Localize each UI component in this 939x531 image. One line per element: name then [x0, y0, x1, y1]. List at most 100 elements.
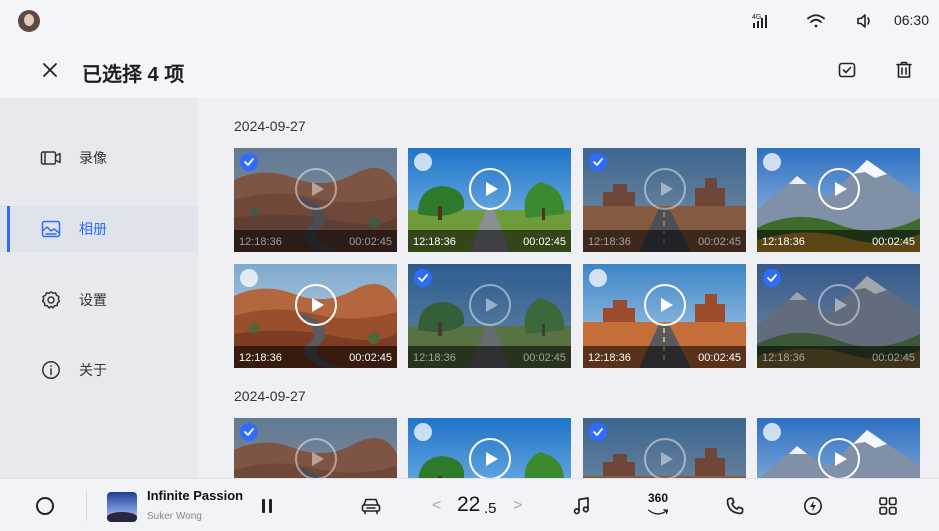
view-360-label[interactable]: 360 — [648, 491, 668, 505]
check-icon — [418, 274, 428, 282]
select-checkbox[interactable] — [589, 153, 607, 171]
clip-time: 12:18:36 — [413, 236, 456, 248]
apps-grid-icon[interactable] — [876, 494, 900, 518]
play-icon[interactable] — [644, 438, 686, 478]
temperature-value: 22 — [457, 493, 481, 516]
gear-icon — [40, 289, 62, 311]
video-thumbnail[interactable]: 12:18:36 00:02:45 — [583, 148, 746, 252]
select-checkbox[interactable] — [589, 269, 607, 287]
signal-icon: 4G — [752, 11, 774, 31]
album-art[interactable] — [107, 492, 137, 522]
play-icon[interactable] — [469, 284, 511, 326]
page-title: 已选择 4 项 — [82, 64, 185, 86]
check-icon — [767, 274, 777, 282]
temp-increase-button[interactable]: > — [513, 497, 522, 515]
sidebar-item-recording[interactable]: 录像 — [0, 135, 198, 181]
select-checkbox[interactable] — [589, 423, 607, 441]
play-icon[interactable] — [295, 284, 337, 326]
clip-time: 12:18:36 — [588, 352, 631, 364]
volume-icon — [854, 11, 876, 31]
play-icon[interactable] — [295, 168, 337, 210]
check-icon — [244, 158, 254, 166]
play-icon[interactable] — [644, 284, 686, 326]
view-360-icon[interactable] — [646, 506, 670, 520]
sidebar-item-label: 关于 — [79, 362, 107, 378]
sidebar-item-about[interactable]: 关于 — [0, 347, 198, 393]
check-icon — [244, 428, 254, 436]
clip-duration: 00:02:45 — [349, 236, 392, 248]
select-checkbox[interactable] — [414, 423, 432, 441]
info-icon — [40, 359, 62, 381]
sidebar-item-album[interactable]: 相册 — [0, 206, 198, 252]
sidebar-item-label: 相册 — [79, 221, 107, 237]
clip-time: 12:18:36 — [762, 236, 805, 248]
dock-divider — [86, 491, 87, 521]
clip-duration: 00:02:45 — [872, 236, 915, 248]
album-icon — [40, 218, 62, 240]
temperature-decimal: .5 — [484, 500, 497, 517]
select-checkbox[interactable] — [240, 423, 258, 441]
video-thumbnail[interactable]: 12:18:36 00:02:45 — [757, 148, 920, 252]
car-icon[interactable] — [359, 494, 383, 518]
video-thumbnail[interactable]: 12:18:36 00:02:45 — [408, 148, 571, 252]
select-checkbox[interactable] — [763, 423, 781, 441]
sidebar-item-label: 录像 — [79, 150, 107, 166]
temp-decrease-button[interactable]: < — [432, 497, 441, 515]
video-thumbnail[interactable]: 12:18:3600:02:45 — [583, 418, 746, 478]
clip-duration: 00:02:45 — [523, 236, 566, 248]
avatar[interactable] — [18, 10, 40, 32]
date-group-header: 2024-09-27 — [234, 118, 306, 134]
video-thumbnail[interactable]: 12:18:36 00:02:45 — [234, 148, 397, 252]
video-thumbnail[interactable]: 12:18:3600:02:45 — [757, 418, 920, 478]
clip-duration: 00:02:45 — [698, 352, 741, 364]
play-icon[interactable] — [469, 168, 511, 210]
clip-duration: 00:02:45 — [523, 352, 566, 364]
wifi-icon — [805, 11, 827, 31]
signal-label: 4G — [752, 14, 761, 21]
clip-time: 12:18:36 — [413, 352, 456, 364]
clock-time: 06:30 — [893, 12, 929, 28]
energy-icon[interactable] — [801, 494, 825, 518]
video-thumbnail[interactable]: 12:18:3600:02:45 — [408, 418, 571, 478]
video-thumbnail[interactable]: 12:18:3600:02:45 — [234, 418, 397, 478]
clip-time: 12:18:36 — [239, 236, 282, 248]
clip-duration: 00:02:45 — [872, 352, 915, 364]
gallery: 2024-09-27 12:18:36 00:02:45 12:18:36 00:02… — [198, 98, 939, 478]
select-checkbox[interactable] — [240, 269, 258, 287]
status-bar: 4G 06:30 — [0, 0, 939, 42]
play-icon[interactable] — [818, 284, 860, 326]
video-thumbnail[interactable]: 12:18:3600:02:45 — [234, 264, 397, 368]
select-checkbox[interactable] — [414, 269, 432, 287]
phone-icon[interactable] — [723, 494, 747, 518]
check-icon — [593, 428, 603, 436]
date-group-header: 2024-09-27 — [234, 388, 306, 404]
close-icon[interactable] — [38, 58, 62, 82]
trash-icon[interactable] — [892, 58, 916, 82]
select-checkbox[interactable] — [763, 153, 781, 171]
sidebar-item-label: 设置 — [79, 292, 107, 308]
pause-icon[interactable] — [255, 494, 279, 518]
video-thumbnail[interactable]: 12:18:36 00:02:45 — [408, 264, 571, 368]
video-thumbnail[interactable]: 12:18:36 00:02:45 — [583, 264, 746, 368]
clip-duration: 00:02:45 — [698, 236, 741, 248]
video-thumbnail[interactable]: 12:18:3600:02:45 — [757, 264, 920, 368]
clip-time: 12:18:36 — [588, 236, 631, 248]
play-icon[interactable] — [295, 438, 337, 478]
select-checkbox[interactable] — [414, 153, 432, 171]
selection-header: 已选择 4 项 — [0, 42, 939, 98]
play-icon[interactable] — [818, 438, 860, 478]
select-all-icon[interactable] — [835, 58, 859, 82]
song-artist: Suker Wong — [147, 511, 202, 522]
check-icon — [593, 158, 603, 166]
bottom-dock: Infinite Passion Suker Wong < 22 .5 > 36… — [0, 478, 939, 531]
select-checkbox[interactable] — [240, 153, 258, 171]
play-icon[interactable] — [818, 168, 860, 210]
music-icon[interactable] — [570, 494, 594, 518]
home-icon[interactable] — [36, 497, 54, 515]
play-icon[interactable] — [644, 168, 686, 210]
clip-duration: 00:02:45 — [349, 352, 392, 364]
play-icon[interactable] — [469, 438, 511, 478]
select-checkbox[interactable] — [763, 269, 781, 287]
sidebar-item-settings[interactable]: 设置 — [0, 277, 198, 323]
song-title[interactable]: Infinite Passion — [147, 488, 243, 503]
